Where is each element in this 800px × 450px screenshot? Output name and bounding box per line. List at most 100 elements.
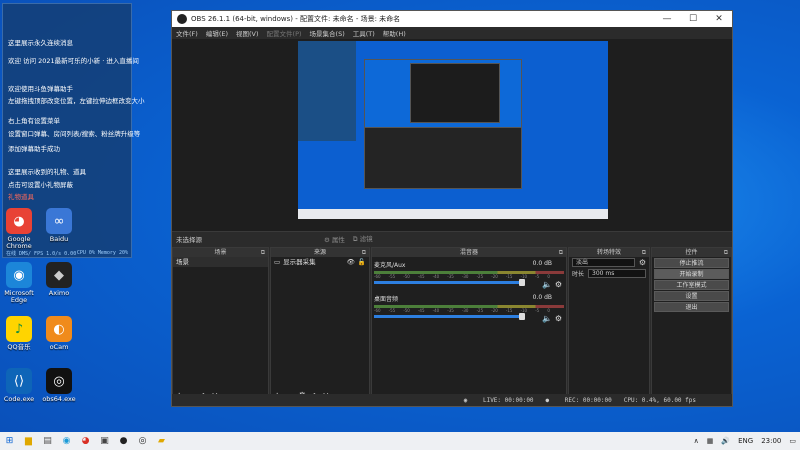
rec-status: ● REC: 00:00:00 (545, 396, 612, 404)
menu-help[interactable]: 帮助(H) (383, 28, 406, 38)
scene-item-label: 场景 (176, 258, 189, 266)
edge-taskbar-icon[interactable]: ◉ (57, 434, 76, 448)
dock-undock-icon[interactable]: ⧉ (642, 248, 646, 257)
status-bar: ◉ LIVE: 00:00:00 ● REC: 00:00:00 CPU: 0.… (172, 394, 732, 406)
duration-input[interactable]: 300 ms (588, 269, 646, 278)
taskbar: ⊞ ▆ ▤ ◉ ◕ ▣ ● ◎ ▰ ∧ ▦ 🔊 ENG 23:00 ▭ (0, 432, 800, 450)
audio-mixer-dock: 混音器 ⧉ 麦克风/Aux 0.0 dB -60 -55 -50 -45 -40 -35 -30-… (371, 247, 567, 405)
dock-undock-icon[interactable]: ⧉ (362, 248, 366, 257)
source-item[interactable]: ▭ 显示器采集 👁 🔓 (271, 257, 369, 267)
overlay-message: 欢迎 访问 2021最新可乐的小新 · 进入直播间 (8, 57, 139, 65)
language-indicator[interactable]: ENG (738, 437, 753, 445)
menu-tools[interactable]: 工具(T) (353, 28, 375, 38)
minimize-button[interactable]: — (654, 14, 680, 24)
transition-settings-icon[interactable]: ⚙ (639, 258, 646, 267)
properties-button[interactable]: ⚙ 属性 (324, 234, 345, 244)
meter-tick-label: -25 (476, 274, 484, 279)
meter-tick-label: -60 (374, 308, 381, 313)
overlay-message: 欢迎使用斗鱼弹幕助手 (8, 85, 73, 93)
stop-streaming-button[interactable]: 停止推流 (654, 258, 729, 268)
settings-button[interactable]: 设置 (654, 291, 729, 301)
rec-time: REC: 00:00:00 (564, 396, 612, 404)
exit-button[interactable]: 退出 (654, 302, 729, 312)
meter-tick-label: -55 (388, 274, 396, 279)
meter-tick-label: -60 (374, 274, 381, 279)
visibility-eye-icon[interactable]: 👁 (347, 257, 355, 267)
chrome-icon-graphic: ◕ (6, 208, 32, 234)
baidu-desktop-icon[interactable]: ∞ Baidu (36, 208, 82, 243)
meter-tick-label: -50 (403, 274, 410, 279)
scene-item[interactable]: 场景 (173, 257, 268, 267)
maximize-button[interactable]: ☐ (680, 14, 706, 24)
menu-edit[interactable]: 编辑(E) (206, 28, 228, 38)
meter-tick-label: -45 (417, 308, 425, 313)
volume-icon[interactable]: 🔊 (721, 437, 730, 445)
aximo-desktop-icon[interactable]: ◆ Aximo (36, 262, 82, 297)
menu-bar: 文件(F) 编辑(E) 视图(V) 配置文件(P) 场景集合(S) 工具(T) … (172, 27, 732, 39)
speaker-icon[interactable]: 🔈 (542, 280, 552, 289)
dock-undock-icon[interactable]: ⧉ (261, 248, 265, 257)
menu-profile[interactable]: 配置文件(P) (267, 28, 302, 38)
baidu-icon-graphic: ∞ (46, 208, 72, 234)
overlay-message: 这里展示收到的礼物、道具 (8, 168, 86, 176)
sources-dock: 来源⧉ ▭ 显示器采集 👁 🔓 +−⚙∧∨ (270, 247, 370, 405)
source-toolbar: 未选择源 ⚙ 属性 ⧉ 滤镜 (172, 231, 732, 245)
menu-scene-collection[interactable]: 场景集合(S) (310, 28, 345, 38)
notification-icon[interactable]: ▭ (789, 437, 796, 445)
file-explorer-icon[interactable]: ▆ (19, 434, 38, 448)
dock-undock-icon[interactable]: ⧉ (559, 248, 563, 257)
chrome-taskbar-icon[interactable]: ◕ (76, 434, 95, 448)
sources-dock-title: 来源 (313, 249, 326, 256)
filters-button[interactable]: ⧉ 滤镜 (353, 233, 373, 244)
transition-type-select[interactable]: 淡出 (572, 258, 635, 267)
obs-taskbar-icon[interactable]: ◎ (133, 434, 152, 448)
meter-tick-label: -20 (491, 274, 498, 279)
volume-slider[interactable] (374, 313, 526, 320)
transition-type-row: 淡出 ⚙ (569, 257, 649, 268)
overlay-message: 左键拖拽顶部改变位置，左键拉伸边框改变大小 (8, 97, 145, 105)
speaker-icon[interactable]: 🔈 (542, 314, 552, 323)
duration-label: 时长 (572, 271, 585, 278)
channel-db: 0.0 dB (532, 294, 552, 301)
obs-titlebar[interactable]: OBS 26.1.1 (64-bit, windows) - 配置文件: 未命名… (172, 11, 732, 27)
menu-file[interactable]: 文件(F) (176, 28, 198, 38)
meter-tick-label: -5 (535, 308, 540, 313)
desktop-icon-label: obs64.exe (42, 395, 76, 403)
tray-overflow-icon[interactable]: ∧ (694, 437, 699, 445)
overlay-message: 点击可设置小礼物屏蔽 (8, 181, 73, 189)
desktop-icon-label: Aximo (48, 289, 70, 297)
app-taskbar-icon[interactable]: ▣ (95, 434, 114, 448)
network-icon[interactable]: ▦ (707, 437, 714, 445)
obs-window[interactable]: OBS 26.1.1 (64-bit, windows) - 配置文件: 未命名… (171, 10, 733, 407)
channel-db: 0.0 dB (532, 260, 552, 267)
edge-icon-graphic: ◉ (6, 262, 32, 288)
overlay-message: 右上角有设置菜单 (8, 117, 60, 125)
overlay-message: 这里展示永久连续消息 (8, 39, 73, 47)
preview-canvas[interactable] (298, 41, 608, 219)
meter-tick-label: -15 (505, 308, 513, 313)
volume-slider[interactable] (374, 279, 526, 286)
meter-tick-label: -15 (505, 274, 513, 279)
close-button[interactable]: ✕ (706, 14, 732, 24)
menu-view[interactable]: 视图(V) (236, 28, 259, 38)
studio-mode-button[interactable]: 工作室模式 (654, 280, 729, 290)
app3-taskbar-icon[interactable]: ▰ (152, 434, 171, 448)
mixer-dock-title: 混音器 (459, 249, 478, 256)
clock[interactable]: 23:00 (761, 437, 781, 445)
app2-taskbar-icon[interactable]: ● (114, 434, 133, 448)
start-recording-button[interactable]: 开始录制 (654, 269, 729, 279)
meter-ticks: -60 -55 -50 -45 -40 -35 -30 -25 -20 -15 -10 -5 0 (374, 274, 564, 279)
overlay-status-left: 在线 DMS/ FPS 1.0/s 0.00 (6, 251, 77, 257)
start-button[interactable]: ⊞ (0, 434, 19, 448)
channel-settings-icon[interactable]: ⚙ (555, 280, 562, 289)
lock-icon[interactable]: 🔓 (358, 257, 366, 267)
meter-tick-label: -35 (447, 308, 454, 313)
obs-desktop-icon[interactable]: ◎ obs64.exe (36, 368, 82, 403)
store-icon[interactable]: ▤ (38, 434, 57, 448)
ocam-desktop-icon[interactable]: ◐ oCam (36, 316, 82, 351)
channel-settings-icon[interactable]: ⚙ (555, 314, 562, 323)
dock-undock-icon[interactable]: ⧉ (724, 248, 728, 257)
meter-tick-label: -50 (403, 308, 410, 313)
meter-tick-label: -35 (447, 274, 454, 279)
scenes-dock-title: 场景 (214, 249, 227, 256)
